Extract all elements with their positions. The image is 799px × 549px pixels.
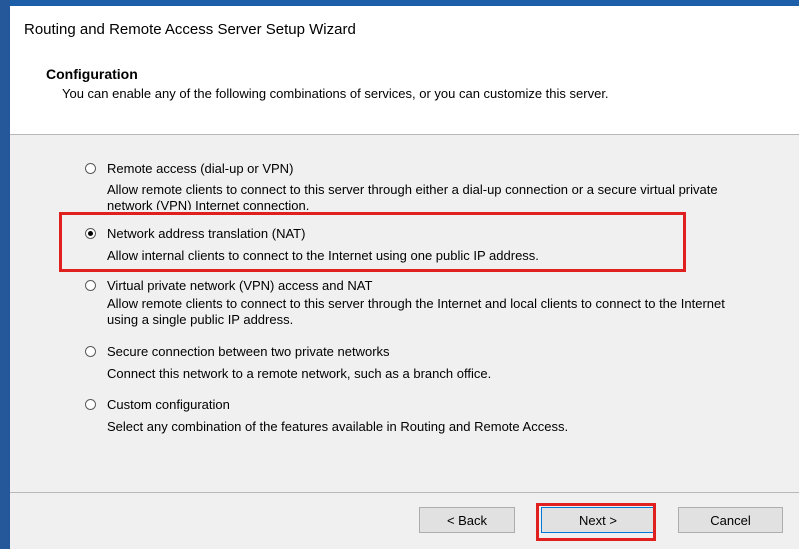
nat-highlight-box <box>59 212 686 272</box>
wizard-footer: < Back Next > Cancel <box>10 493 799 549</box>
page-title: Configuration <box>46 66 138 82</box>
option-description: Allow remote clients to connect to this … <box>107 296 725 327</box>
back-button[interactable]: < Back <box>419 507 515 533</box>
option-label[interactable]: Virtual private network (VPN) access and… <box>107 278 372 293</box>
option-description: Allow remote clients to connect to this … <box>107 182 718 210</box>
window-title: Routing and Remote Access Server Setup W… <box>24 21 356 38</box>
title-bar: Routing and Remote Access Server Setup W… <box>10 6 799 56</box>
window-frame-left <box>0 0 10 549</box>
wizard-header: Configuration You can enable any of the … <box>10 56 799 134</box>
radio-button-icon[interactable] <box>85 280 96 291</box>
page-description: You can enable any of the following comb… <box>62 86 609 101</box>
option-description: Connect this network to a remote network… <box>107 366 492 381</box>
radio-button-icon[interactable] <box>85 163 96 174</box>
radio-button-icon[interactable] <box>85 346 96 357</box>
option-label[interactable]: Custom configuration <box>107 397 230 412</box>
options-panel: Remote access (dial-up or VPN) Allow rem… <box>10 135 799 492</box>
option-description: Select any combination of the features a… <box>107 419 569 434</box>
cancel-button[interactable]: Cancel <box>678 507 783 533</box>
radio-button-icon[interactable] <box>85 399 96 410</box>
next-highlight-box <box>536 503 656 541</box>
option-label[interactable]: Remote access (dial-up or VPN) <box>107 161 293 176</box>
option-label[interactable]: Secure connection between two private ne… <box>107 344 390 359</box>
